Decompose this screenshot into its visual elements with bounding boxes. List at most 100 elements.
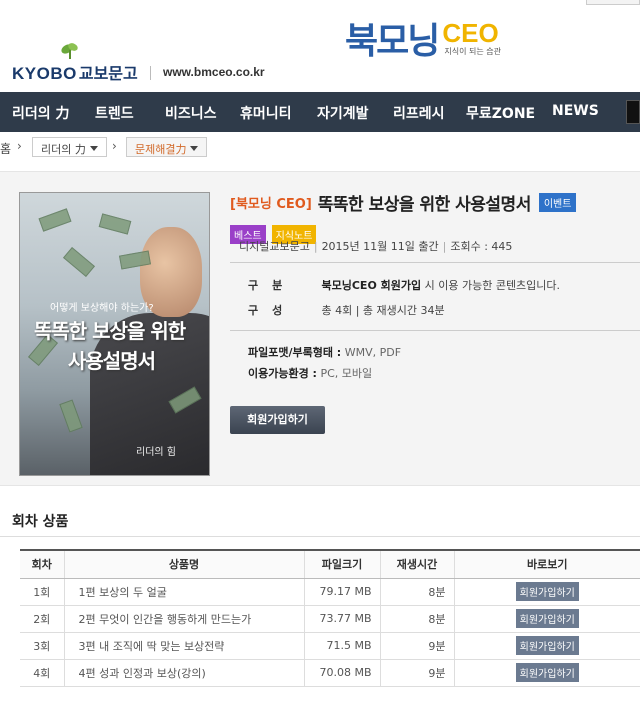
episode-name: 1편 보상의 두 얼굴 (63, 578, 304, 606)
product-detail: 어떻게 보상해야 하는가? 똑똑한 보상을 위한 사용설명서 리더의 힘 [북모… (0, 171, 640, 486)
nav-item-humanity[interactable]: 휴머니티 (240, 103, 292, 123)
publish-date: 2015년 11월 11일 출간 (321, 240, 439, 253)
breadcrumb-level2-label: 문제해결力 (135, 143, 187, 156)
product-title-line: [북모닝 CEO] 똑똑한 보상을 위한 사용설명서 이벤트 (230, 190, 640, 215)
breadcrumb: 홈 › 리더의 力 › 문제해결力 (0, 132, 640, 162)
header-divider (150, 66, 151, 80)
episode-no: 3회 (20, 632, 64, 660)
episode-time: 8분 (379, 605, 454, 633)
product-info: [북모닝 CEO] 똑똑한 보상을 위한 사용설명서 이벤트 베스트 지식노트 … (230, 190, 640, 434)
environment-value: PC, 모바일 (320, 367, 373, 380)
kyobo-korean-wordmark: 교보문고 (78, 64, 138, 83)
view-count: 조회수 : 445 (450, 240, 513, 253)
col-header-no: 회차 (20, 549, 64, 579)
spec-value: 시 이용 가능한 콘텐츠입니다. (424, 279, 561, 292)
episode-no: 2회 (20, 605, 64, 633)
section-divider (0, 536, 640, 537)
episode-size: 79.17 MB (303, 578, 380, 606)
breadcrumb-level1-label: 리더의 力 (41, 143, 86, 156)
table-header-row: 회차 상품명 파일크기 재생시간 바로보기 (20, 549, 640, 579)
product-meta: 디지털교보문고 | 2015년 11월 11일 출간 | 조회수 : 445 (239, 240, 513, 253)
episode-size: 71.5 MB (303, 632, 380, 660)
cover-title-line1: 똑똑한 보상을 위한 (34, 319, 186, 343)
episode-no: 1회 (20, 578, 64, 606)
breadcrumb-separator: › (17, 139, 22, 153)
breadcrumb-level1-dropdown[interactable]: 리더의 力 (32, 137, 107, 157)
spec-value-bold: 북모닝CEO 회원가입 (321, 279, 422, 292)
main-nav: 리더의 力 트렌드 비즈니스 휴머니티 자기계발 리프레시 무료ZONE NEW… (0, 92, 640, 132)
spec-key: 구분 (248, 279, 297, 292)
episode-size: 70.08 MB (303, 659, 380, 687)
episodes-table: 회차 상품명 파일크기 재생시간 바로보기 1회 1편 보상의 두 얼굴 79.… (20, 549, 640, 687)
kyobo-logo[interactable]: KYOBO 교보문고 (12, 43, 138, 84)
episode-time: 8분 (379, 578, 454, 606)
info-divider (230, 262, 640, 263)
episode-size: 73.77 MB (303, 605, 380, 633)
publisher: 디지털교보문고 (239, 240, 310, 253)
table-row: 3회 3편 내 조직에 딱 맞는 보상전략 71.5 MB 9분 회원가입하기 (20, 632, 640, 660)
leaf-icon (61, 43, 78, 59)
spec-key: 구성 (248, 304, 297, 317)
book-cover-image: 어떻게 보상해야 하는가? 똑똑한 보상을 위한 사용설명서 리더의 힘 (19, 192, 210, 476)
table-row: 4회 4편 성과 인정과 보상(강의) 70.08 MB 9분 회원가입하기 (20, 659, 640, 687)
col-header-name: 상품명 (63, 549, 304, 579)
product-title: 똑똑한 보상을 위한 사용설명서 (317, 195, 532, 215)
col-header-size: 파일크기 (303, 549, 380, 579)
episode-join-button[interactable]: 회원가입하기 (515, 636, 579, 655)
nav-item-refresh[interactable]: 리프레시 (393, 103, 445, 123)
caret-down-icon (89, 146, 98, 151)
spec-value: 총 4회 | 총 재생시간 34분 (321, 304, 445, 317)
brand-ceo: CEO (442, 17, 499, 48)
site-header: KYOBO 교보문고 www.bmceo.co.kr 북모닝 CEO 지식이 되… (0, 0, 640, 92)
environment-row: 이용가능환경 : PC, 모바일 (248, 365, 372, 381)
nav-item-leadership[interactable]: 리더의 力 (12, 103, 70, 123)
col-header-view: 바로보기 (453, 549, 640, 579)
cover-money-bill (63, 246, 95, 278)
episode-join-button[interactable]: 회원가입하기 (515, 582, 579, 601)
episodes-section-title: 회차 상품 (12, 514, 69, 530)
event-badge[interactable]: 이벤트 (538, 193, 577, 212)
cover-title-line2: 사용설명서 (68, 349, 156, 373)
episode-join-button[interactable]: 회원가입하기 (515, 663, 579, 682)
environment-key: 이용가능환경 : (248, 367, 317, 380)
cover-author: 리더의 힘 (136, 447, 176, 458)
episode-name: 3편 내 조직에 딱 맞는 보상전략 (63, 632, 304, 660)
nav-item-free-zone[interactable]: 무료ZONE (466, 103, 535, 123)
kyobo-wordmark: KYOBO (12, 64, 77, 83)
nav-item-business[interactable]: 비즈니스 (165, 103, 217, 123)
table-row: 1회 1편 보상의 두 얼굴 79.17 MB 8분 회원가입하기 (20, 578, 640, 606)
cover-money-bill (38, 208, 72, 232)
brand-tagline: 지식이 되는 습관 (444, 46, 501, 56)
nav-search-toggle[interactable] (626, 100, 640, 124)
breadcrumb-separator: › (112, 139, 117, 153)
file-format-key: 파일포맷/부록형태 : (248, 346, 342, 359)
episode-time: 9분 (379, 632, 454, 660)
cover-money-bill (98, 213, 132, 235)
info-divider (230, 330, 640, 331)
nav-item-self-development[interactable]: 자기계발 (317, 103, 369, 123)
spec-composition: 구성 총 4회 | 총 재생시간 34분 (248, 302, 445, 318)
spec-category: 구분 북모닝CEO 회원가입 시 이용 가능한 콘텐츠입니다. (248, 277, 560, 293)
site-url-link[interactable]: www.bmceo.co.kr (163, 65, 265, 79)
brand-korean: 북모닝 (345, 21, 440, 62)
top-utility-tab[interactable] (586, 0, 640, 5)
product-series-tag: [북모닝 CEO] (230, 197, 312, 212)
caret-down-icon (190, 146, 199, 151)
episode-name: 2편 무엇이 인간을 행동하게 만드는가 (63, 605, 304, 633)
cover-subtitle: 어떻게 보상해야 하는가? (50, 303, 154, 314)
nav-item-trend[interactable]: 트렌드 (95, 103, 134, 123)
bookmorning-ceo-logo[interactable]: 북모닝 CEO 지식이 되는 습관 (345, 12, 501, 64)
cover-money-bill (59, 399, 83, 433)
file-format-value: WMV, PDF (344, 346, 402, 359)
col-header-time: 재생시간 (379, 549, 454, 579)
join-member-button[interactable]: 회원가입하기 (230, 406, 325, 434)
episode-join-button[interactable]: 회원가입하기 (515, 609, 579, 628)
table-row: 2회 2편 무엇이 인간을 행동하게 만드는가 73.77 MB 8분 회원가입… (20, 605, 640, 633)
file-format-row: 파일포맷/부록형태 : WMV, PDF (248, 344, 401, 360)
nav-item-news[interactable]: NEWS (552, 103, 599, 119)
breadcrumb-level2-dropdown[interactable]: 문제해결力 (126, 137, 208, 157)
breadcrumb-home[interactable]: 홈 (0, 140, 11, 157)
episode-time: 9분 (379, 659, 454, 687)
episode-name: 4편 성과 인정과 보상(강의) (63, 659, 304, 687)
episode-no: 4회 (20, 659, 64, 687)
